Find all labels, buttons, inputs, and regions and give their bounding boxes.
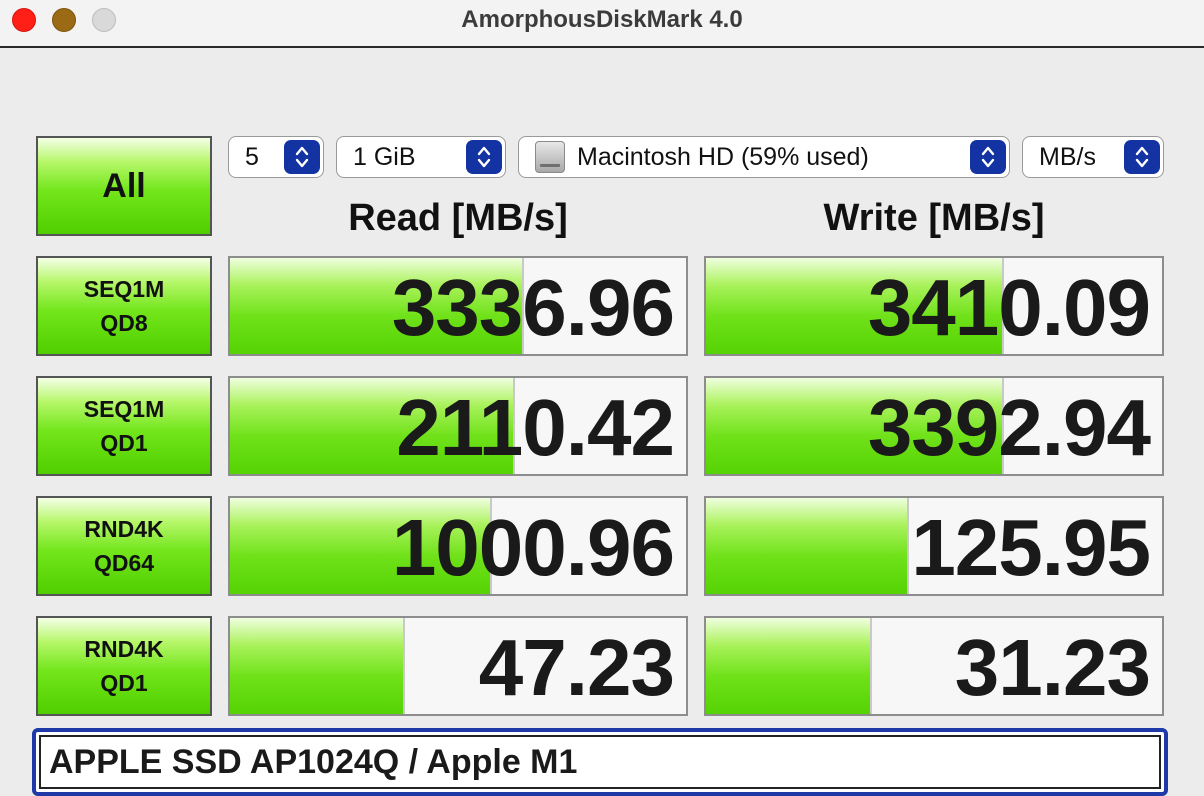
- rnd4k-qd1-read-result: 47.23: [228, 616, 688, 716]
- write-result-value: 125.95: [911, 503, 1151, 592]
- read-result-value: 1000.96: [391, 503, 675, 592]
- device-info-input[interactable]: [39, 735, 1161, 789]
- write-column-header: Write [MB/s]: [823, 197, 1045, 239]
- window-title: AmorphousDiskMark 4.0: [461, 6, 743, 33]
- target-disk-select[interactable]: Macintosh HD (59% used): [518, 136, 1010, 178]
- write-result-value: 31.23: [954, 623, 1151, 712]
- all-tests-button[interactable]: All: [36, 136, 212, 236]
- read-result-value: 47.23: [478, 623, 675, 712]
- main-content: All 5 1 GiB Macintosh HD (59% used) MB/s…: [0, 48, 1204, 796]
- seq1m-qd8-test-button[interactable]: SEQ1M QD8: [36, 256, 212, 356]
- rnd4k-qd1-write-result: 31.23: [704, 616, 1164, 716]
- unit-value: MB/s: [1039, 142, 1096, 171]
- unit-select[interactable]: MB/s: [1022, 136, 1164, 178]
- seq1m-qd1-test-button[interactable]: SEQ1M QD1: [36, 376, 212, 476]
- test-name-line1: RND4K: [84, 636, 164, 662]
- seq1m-qd8-read-result: 3336.96: [228, 256, 688, 356]
- read-result-value: 3336.96: [391, 263, 675, 352]
- hard-disk-icon: [535, 141, 565, 173]
- test-size-select[interactable]: 1 GiB: [336, 136, 506, 178]
- read-column-header: Read [MB/s]: [348, 197, 568, 239]
- chevron-up-down-icon: [970, 140, 1006, 174]
- test-name-line1: SEQ1M: [83, 396, 165, 422]
- seq1m-qd1-write-result: 3392.94: [704, 376, 1164, 476]
- test-name-line2: QD1: [100, 670, 148, 696]
- title-bar: AmorphousDiskMark 4.0: [0, 0, 1204, 48]
- test-size-value: 1 GiB: [353, 142, 416, 171]
- write-result-bar: [706, 618, 873, 714]
- write-result-value: 3392.94: [867, 383, 1151, 472]
- test-count-select[interactable]: 5: [228, 136, 324, 178]
- write-result-value: 3410.09: [867, 263, 1151, 352]
- test-name-line1: SEQ1M: [83, 276, 165, 302]
- target-disk-value: Macintosh HD (59% used): [577, 142, 869, 171]
- chevron-up-down-icon: [284, 140, 320, 174]
- all-tests-label: All: [102, 166, 146, 205]
- rnd4k-qd64-read-result: 1000.96: [228, 496, 688, 596]
- test-name-line2: QD64: [93, 550, 155, 576]
- write-result-bar: [706, 498, 909, 594]
- seq1m-qd1-read-result: 2110.42: [228, 376, 688, 476]
- rnd4k-qd64-test-button[interactable]: RND4K QD64: [36, 496, 212, 596]
- device-info-field-focus-ring: [32, 728, 1168, 796]
- test-name-line2: QD8: [100, 310, 148, 336]
- test-name-line1: RND4K: [84, 516, 164, 542]
- rnd4k-qd1-test-button[interactable]: RND4K QD1: [36, 616, 212, 716]
- chevron-up-down-icon: [1124, 140, 1160, 174]
- read-result-value: 2110.42: [396, 383, 675, 472]
- rnd4k-qd64-write-result: 125.95: [704, 496, 1164, 596]
- chevron-up-down-icon: [466, 140, 502, 174]
- test-name-line2: QD1: [100, 430, 148, 456]
- test-count-value: 5: [245, 142, 259, 171]
- seq1m-qd8-write-result: 3410.09: [704, 256, 1164, 356]
- read-result-bar: [230, 618, 406, 714]
